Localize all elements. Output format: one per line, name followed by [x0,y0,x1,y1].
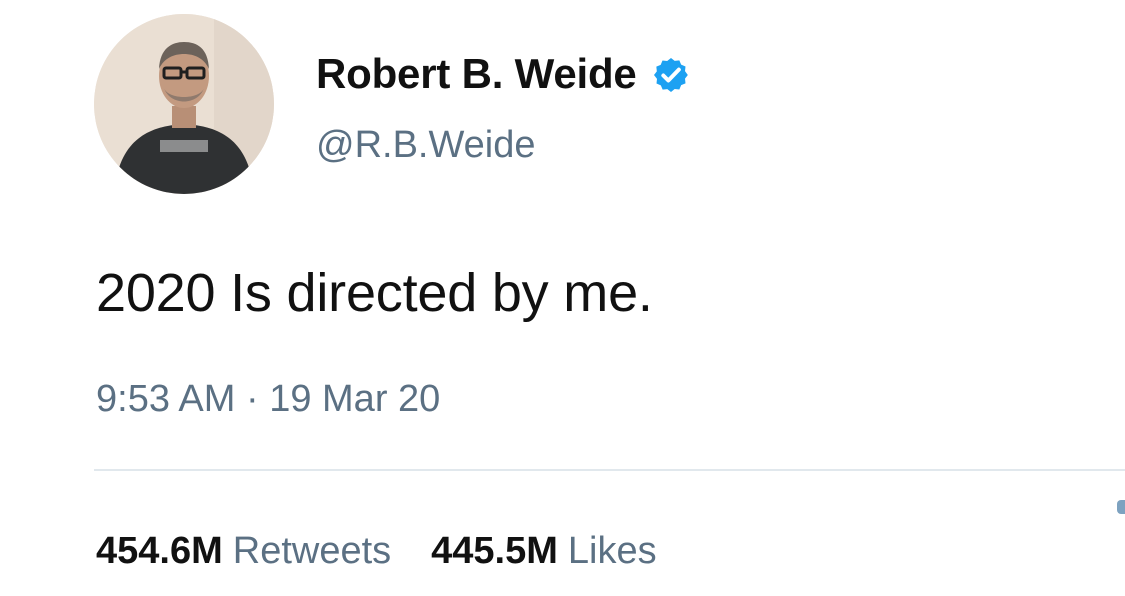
divider [94,469,1125,471]
display-name[interactable]: Robert B. Weide [316,50,637,98]
avatar[interactable] [94,14,274,194]
likes-count: 445.5M [431,530,558,572]
likes-label: Likes [567,530,657,572]
avatar-photo [94,14,274,194]
tweet-meta: 9:53 AM · 19 Mar 20 [96,378,440,421]
verified-badge-icon [651,55,691,95]
tweet-text: 2020 Is directed by me. [96,263,653,323]
author-header: Robert B. Weide [316,50,691,98]
tweet-time[interactable]: 9:53 AM [96,378,235,420]
tweet-card: Robert B. Weide @R.B.Weide 2020 Is direc… [0,0,1125,596]
likes-stat[interactable]: 445.5M Likes [431,530,656,573]
meta-separator: · [245,378,259,420]
tweet-date[interactable]: 19 Mar 20 [269,378,440,420]
retweets-count: 454.6M [96,530,223,572]
retweets-label: Retweets [232,530,392,572]
partial-ui-mark [1117,500,1125,514]
tweet-stats: 454.6M Retweets 445.5M Likes [96,530,657,573]
retweets-stat[interactable]: 454.6M Retweets [96,530,391,573]
handle[interactable]: @R.B.Weide [316,124,536,167]
